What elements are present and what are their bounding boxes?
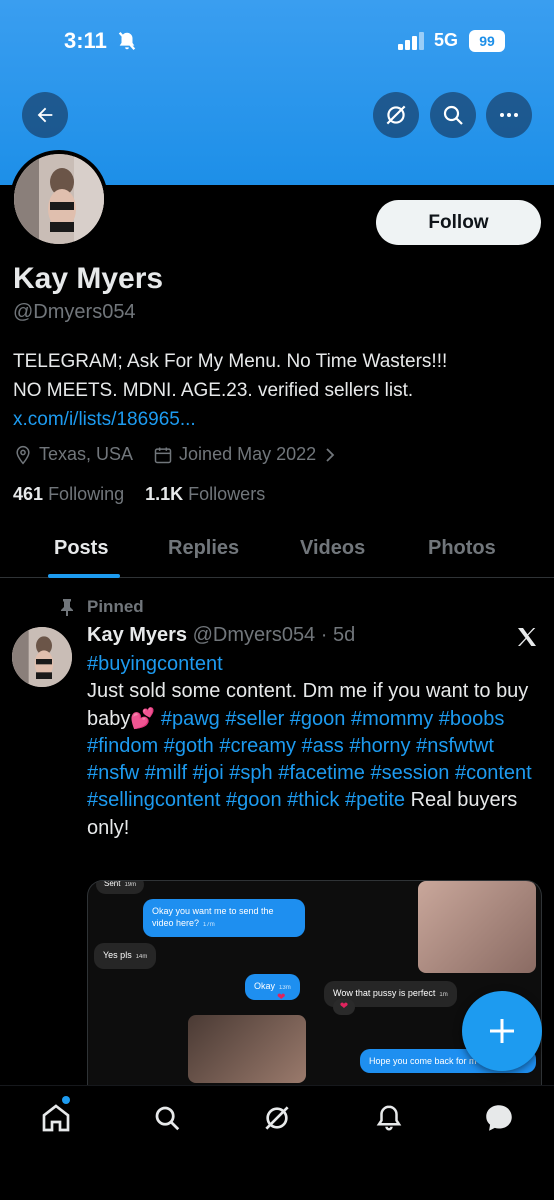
grok-icon (265, 1106, 289, 1130)
search-button[interactable] (430, 92, 476, 138)
profile-joined: Joined May 2022 (179, 444, 317, 464)
post-handle[interactable]: @Dmyers054 (193, 624, 316, 646)
profile-tabs: Posts Replies Videos Photos (0, 520, 554, 578)
chat-bubble: Yes pls 14m (94, 943, 157, 969)
heart-reaction-icon: ❤ (277, 992, 286, 1003)
silent-bell-icon (116, 30, 138, 57)
notifications-icon (376, 1105, 402, 1131)
status-bar: 3:11 5G 99 (0, 26, 554, 60)
compose-button[interactable] (462, 991, 542, 1071)
nav-grok[interactable] (259, 1100, 295, 1136)
follow-button[interactable]: Follow (376, 200, 541, 245)
bio-line: TELEGRAM; Ask For My Menu. No Time Waste… (13, 351, 448, 372)
heart-reaction-icon: ❤ (333, 999, 355, 1015)
tab-videos[interactable]: Videos (300, 537, 365, 560)
status-time: 3:11 (64, 28, 107, 53)
location-icon (16, 445, 30, 464)
signal-icon (398, 32, 426, 55)
hashtag[interactable]: #buyingcontent (87, 653, 223, 675)
search-icon (443, 105, 463, 125)
followers-link[interactable]: 1.1K Followers (145, 484, 265, 504)
tab-active-indicator (48, 574, 120, 578)
post-avatar[interactable] (12, 627, 72, 687)
tab-replies[interactable]: Replies (168, 537, 239, 560)
search-icon (155, 1106, 180, 1131)
follow-counts: 461 Following 1.1K Followers (13, 484, 265, 505)
network-type: 5G (434, 30, 459, 50)
nav-home[interactable] (38, 1100, 74, 1136)
nav-messages[interactable] (481, 1100, 517, 1136)
notification-dot (62, 1096, 70, 1104)
following-link[interactable]: 461 Following (13, 484, 124, 504)
profile-avatar[interactable] (10, 150, 108, 248)
calendar-icon (154, 447, 172, 463)
chat-photo (418, 881, 536, 973)
more-button[interactable] (486, 92, 532, 138)
post-author[interactable]: Kay Myers (87, 624, 187, 646)
back-arrow-icon (37, 107, 53, 123)
bottom-navigation (0, 1085, 554, 1200)
grok-button[interactable] (373, 92, 419, 138)
profile-name: Kay Myers (13, 262, 164, 295)
chat-bubble: Okay you want me to send the video here?… (143, 899, 305, 937)
post-time: · 5d (320, 624, 356, 646)
tab-posts[interactable]: Posts (54, 537, 108, 560)
home-icon (42, 1104, 70, 1132)
nav-notifications[interactable] (371, 1100, 407, 1136)
more-icon (500, 113, 518, 117)
tab-photos[interactable]: Photos (428, 537, 496, 560)
back-button[interactable] (22, 92, 68, 138)
bio-line: NO MEETS. MDNI. AGE.23. verified sellers… (13, 380, 414, 401)
messages-icon (486, 1105, 512, 1131)
bio-link[interactable]: x.com/i/lists/186965... (13, 405, 543, 434)
plus-icon (490, 1019, 514, 1043)
profile-bio: TELEGRAM; Ask For My Menu. No Time Waste… (13, 347, 543, 434)
post-header: Kay Myers @Dmyers054 · 5d (87, 624, 355, 647)
profile-meta: Texas, USA Joined May 2022 (13, 444, 336, 465)
profile-handle: @Dmyers054 (13, 301, 136, 323)
x-logo-icon (515, 625, 539, 654)
chat-bubble: Sent 19m (96, 881, 145, 894)
nav-search[interactable] (149, 1100, 185, 1136)
profile-location: Texas, USA (39, 444, 134, 464)
chat-photo (188, 1015, 306, 1083)
chevron-right-icon (326, 447, 335, 462)
post-text: #buyingcontent Just sold some content. D… (87, 651, 542, 842)
pin-icon (61, 599, 73, 616)
chat-bubble: Okay 13m (245, 974, 300, 1000)
battery-indicator: 99 (469, 30, 505, 52)
pinned-label: Pinned (59, 597, 144, 617)
grok-icon (386, 105, 406, 125)
